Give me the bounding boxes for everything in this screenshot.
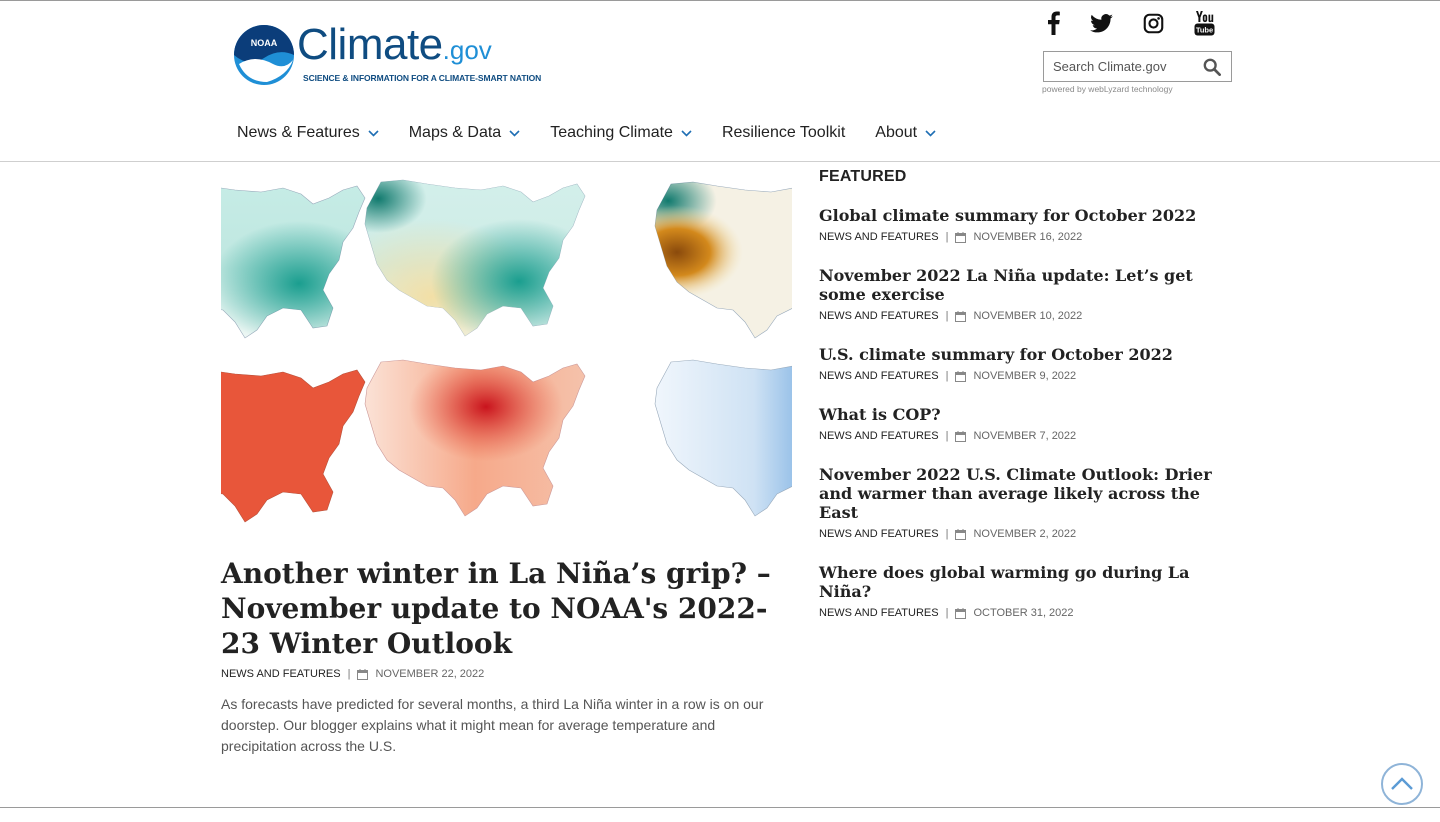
meta-separator: | <box>945 231 949 243</box>
featured-article-meta: NEWS AND FEATURES | NOVEMBER 16, 2022 <box>819 231 1219 243</box>
article-category[interactable]: NEWS AND FEATURES <box>819 430 939 442</box>
hero-article-meta: NEWS AND FEATURES | NOVEMBER 22, 2022 <box>221 668 484 680</box>
facebook-link[interactable] <box>1043 10 1063 36</box>
list-item: Global climate summary for October 2022 … <box>819 206 1219 243</box>
featured-article-title[interactable]: November 2022 U.S. Climate Outlook: Drie… <box>819 465 1214 522</box>
featured-article-title[interactable]: U.S. climate summary for October 2022 <box>819 345 1214 364</box>
main-nav: News & Features Maps & Data Teaching Cli… <box>222 120 951 146</box>
featured-article-meta: NEWS AND FEATURES | NOVEMBER 2, 2022 <box>819 528 1219 540</box>
logo-name: Climate <box>297 20 443 69</box>
featured-article-title[interactable]: Where does global warming go during La N… <box>819 563 1214 601</box>
nav-item-maps-data[interactable]: Maps & Data <box>394 124 535 142</box>
youtube-icon: Tube <box>1194 10 1214 35</box>
calendar-icon <box>955 430 967 442</box>
hero-article-description: As forecasts have predicted for several … <box>221 696 764 754</box>
twitter-icon <box>1089 13 1113 32</box>
article-category[interactable]: NEWS AND FEATURES <box>819 370 939 382</box>
search-input[interactable] <box>1044 52 1194 81</box>
article-category[interactable]: NEWS AND FEATURES <box>221 668 341 680</box>
nav-item-resilience-toolkit[interactable]: Resilience Toolkit <box>707 124 860 142</box>
nav-item-about[interactable]: About <box>860 124 951 142</box>
meta-separator: | <box>945 370 949 382</box>
list-item: Where does global warming go during La N… <box>819 563 1219 619</box>
nav-item-label: Resilience Toolkit <box>721 124 846 141</box>
meta-separator: | <box>945 607 949 619</box>
featured-article-meta: NEWS AND FEATURES | OCTOBER 31, 2022 <box>819 607 1219 619</box>
meta-separator: | <box>347 668 351 680</box>
search-icon[interactable] <box>1203 58 1221 76</box>
noaa-emblem-icon: NOAA <box>234 25 294 85</box>
facebook-icon <box>1047 11 1060 35</box>
featured-article-title[interactable]: What is COP? <box>819 405 1214 424</box>
article-date: NOVEMBER 9, 2022 <box>973 370 1077 382</box>
logo-domain: .gov <box>442 35 492 65</box>
featured-article-meta: NEWS AND FEATURES | NOVEMBER 9, 2022 <box>819 370 1219 382</box>
article-date: NOVEMBER 10, 2022 <box>973 310 1083 322</box>
calendar-icon <box>955 528 967 540</box>
featured-list: Global climate summary for October 2022 … <box>819 206 1219 642</box>
svg-text:Tube: Tube <box>1195 25 1212 34</box>
article-date: NOVEMBER 16, 2022 <box>973 231 1083 243</box>
climate-gov-logo[interactable]: NOAA Climate.gov SCIENCE & INFORMATION F… <box>233 20 541 88</box>
hero-article-title[interactable]: Another winter in La Niña’s grip? – Nove… <box>221 556 781 661</box>
calendar-icon <box>955 370 967 382</box>
article-date: NOVEMBER 2, 2022 <box>973 528 1077 540</box>
nav-item-news-features[interactable]: News & Features <box>222 124 394 142</box>
nav-item-teaching-climate[interactable]: Teaching Climate <box>535 124 707 142</box>
logo-wordmark: Climate.gov <box>297 20 492 70</box>
logo-tagline: SCIENCE & INFORMATION FOR A CLIMATE-SMAR… <box>303 73 542 83</box>
chevron-down-icon <box>681 129 692 137</box>
noaa-badge-text: NOAA <box>251 38 278 48</box>
chevron-up-icon <box>1391 777 1413 790</box>
meta-separator: | <box>945 430 949 442</box>
winter-outlook-maps-image[interactable] <box>221 170 792 532</box>
featured-heading: FEATURED <box>819 168 907 185</box>
search-powered-by: powered by webLyzard technology <box>1042 84 1173 94</box>
list-item: November 2022 U.S. Climate Outlook: Drie… <box>819 465 1219 540</box>
top-border <box>0 0 1440 1</box>
list-item: U.S. climate summary for October 2022 NE… <box>819 345 1219 382</box>
nav-divider <box>0 161 1440 162</box>
featured-article-meta: NEWS AND FEATURES | NOVEMBER 7, 2022 <box>819 430 1219 442</box>
calendar-icon <box>955 231 967 243</box>
chevron-down-icon <box>509 129 520 137</box>
article-date: OCTOBER 31, 2022 <box>973 607 1074 619</box>
twitter-link[interactable] <box>1089 10 1113 36</box>
article-date: NOVEMBER 7, 2022 <box>973 430 1077 442</box>
article-date: NOVEMBER 22, 2022 <box>375 668 485 680</box>
nav-item-label: News & Features <box>237 124 360 141</box>
chevron-down-icon <box>925 129 936 137</box>
instagram-link[interactable] <box>1142 10 1164 36</box>
featured-article-meta: NEWS AND FEATURES | NOVEMBER 10, 2022 <box>819 310 1219 322</box>
nav-item-label: About <box>875 124 918 141</box>
article-category[interactable]: NEWS AND FEATURES <box>819 310 939 322</box>
nav-item-label: Teaching Climate <box>550 124 673 141</box>
list-item: What is COP? NEWS AND FEATURES | NOVEMBE… <box>819 405 1219 442</box>
instagram-icon <box>1143 13 1163 33</box>
youtube-link[interactable]: Tube <box>1193 10 1215 36</box>
nav-item-label: Maps & Data <box>408 124 502 141</box>
chevron-down-icon <box>368 129 379 137</box>
back-to-top-button[interactable] <box>1381 763 1423 805</box>
featured-article-title[interactable]: Global climate summary for October 2022 <box>819 206 1214 225</box>
search-form <box>1043 51 1232 82</box>
calendar-icon <box>357 668 369 680</box>
featured-article-title[interactable]: November 2022 La Niña update: Let’s get … <box>819 266 1214 304</box>
meta-separator: | <box>945 310 949 322</box>
meta-separator: | <box>945 528 949 540</box>
content-bottom-divider <box>0 807 1440 808</box>
calendar-icon <box>955 607 967 619</box>
article-category[interactable]: NEWS AND FEATURES <box>819 528 939 540</box>
list-item: November 2022 La Niña update: Let’s get … <box>819 266 1219 322</box>
article-category[interactable]: NEWS AND FEATURES <box>819 231 939 243</box>
calendar-icon <box>955 310 967 322</box>
article-category[interactable]: NEWS AND FEATURES <box>819 607 939 619</box>
